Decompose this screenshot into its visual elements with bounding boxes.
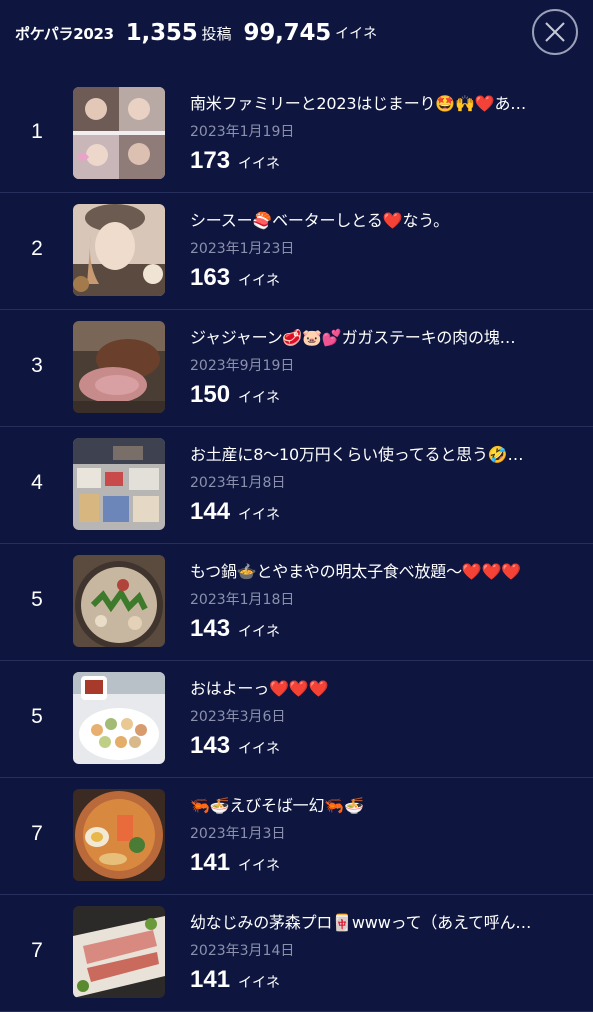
post-likes: 143 イイネ — [190, 615, 280, 643]
post-date: 2023年1月18日 — [190, 592, 295, 608]
ranking-row[interactable]: 5 おはよーっ❤️❤️❤️ 2023年3月6日 143 イイネ — [0, 661, 593, 778]
total-likes-count: 99,745 — [243, 20, 332, 46]
rank-number: 1 — [31, 120, 43, 143]
post-date: 2023年1月23日 — [190, 241, 295, 257]
rank-number: 5 — [31, 705, 43, 728]
post-likes: 144 イイネ — [190, 498, 280, 526]
post-likes: 141 イイネ — [190, 966, 280, 994]
likes-label: イイネ — [238, 156, 281, 172]
ranking-row[interactable]: 7 🦐🍜えびそば一幻🦐🍜 2023年1月3日 141 イイネ — [0, 778, 593, 895]
photo-steak-icon[interactable] — [73, 321, 165, 413]
likes-label: イイネ — [238, 390, 281, 406]
post-likes: 163 イイネ — [190, 264, 280, 292]
likes-count: 163 — [190, 264, 231, 291]
post-title: もつ鍋🍲とやまやの明太子食べ放題〜❤️❤️❤️ — [190, 562, 522, 581]
ranking-row[interactable]: 1 南米ファミリーと2023はじまーり🤩🙌❤️あ… 2023年1月19日 173… — [0, 76, 593, 193]
post-date: 2023年3月14日 — [190, 943, 295, 959]
rank-number: 3 — [31, 354, 43, 377]
photo-souvenirs-icon[interactable] — [73, 438, 165, 530]
likes-count: 173 — [190, 147, 231, 174]
photo-selfie-icon[interactable] — [73, 204, 165, 296]
likes-label: イイネ — [238, 975, 281, 991]
likes-count: 143 — [190, 732, 231, 759]
likes-count: 143 — [190, 615, 231, 642]
photo-ramen-icon[interactable] — [73, 789, 165, 881]
ranking-row[interactable]: 3 ジャジャーン🥩🐷💕ガガステーキの肉の塊… 2023年9月19日 150 イイ… — [0, 310, 593, 427]
photo-dish-icon[interactable] — [73, 906, 165, 998]
app-title: ポケパラ2023 — [15, 24, 114, 43]
likes-label: イイネ — [238, 273, 281, 289]
ranking-row[interactable]: 4 お土産に8〜10万円くらい使ってると思う🤣… 2023年1月8日 144 イ… — [0, 427, 593, 544]
post-title: シースー🍣ベーターしとる❤️なう。 — [190, 211, 449, 230]
post-date: 2023年1月19日 — [190, 124, 295, 140]
likes-count: 141 — [190, 849, 231, 876]
photo-people-icon[interactable] — [73, 87, 165, 179]
likes-count: 144 — [190, 498, 231, 525]
photo-breakfast-icon[interactable] — [73, 672, 165, 764]
post-title: 南米ファミリーと2023はじまーり🤩🙌❤️あ… — [190, 94, 527, 113]
post-title: おはよーっ❤️❤️❤️ — [190, 679, 329, 698]
post-likes: 141 イイネ — [190, 849, 280, 877]
likes-count: 141 — [190, 966, 231, 993]
post-date: 2023年3月6日 — [190, 709, 286, 725]
rank-number: 5 — [31, 588, 43, 611]
posts-label: 投稿 — [201, 24, 232, 43]
photo-hotpot-icon[interactable] — [73, 555, 165, 647]
likes-label: イイネ — [238, 624, 281, 640]
ranking-row[interactable]: 2 シースー🍣ベーターしとる❤️なう。 2023年1月23日 163 イイネ — [0, 193, 593, 310]
rank-number: 2 — [31, 237, 43, 260]
post-date: 2023年9月19日 — [190, 358, 295, 374]
likes-count: 150 — [190, 381, 231, 408]
posts-count: 1,355 — [125, 20, 198, 46]
post-likes: 143 イイネ — [190, 732, 280, 760]
post-title: お土産に8〜10万円くらい使ってると思う🤣… — [190, 445, 524, 464]
post-date: 2023年1月8日 — [190, 475, 286, 491]
header: ポケパラ2023 1,355 投稿 99,745 イイネ — [0, 0, 593, 66]
post-title: 幼なじみの茅森プロ🀄wwwって（あえて呼ん… — [190, 913, 532, 932]
post-title: ジャジャーン🥩🐷💕ガガステーキの肉の塊… — [190, 328, 516, 347]
post-date: 2023年1月3日 — [190, 826, 286, 842]
rank-number: 4 — [31, 471, 43, 494]
post-ranking-list: 1 南米ファミリーと2023はじまーり🤩🙌❤️あ… 2023年1月19日 173… — [0, 76, 593, 1012]
close-button[interactable] — [532, 9, 578, 55]
post-title: 🦐🍜えびそば一幻🦐🍜 — [190, 796, 364, 815]
likes-label: イイネ — [238, 741, 281, 757]
likes-label: イイネ — [238, 858, 281, 874]
rank-number: 7 — [31, 939, 43, 962]
likes-label: イイネ — [238, 507, 281, 523]
post-likes: 173 イイネ — [190, 147, 280, 175]
post-likes: 150 イイネ — [190, 381, 280, 409]
rank-number: 7 — [31, 822, 43, 845]
close-icon — [545, 22, 565, 42]
ranking-row[interactable]: 5 もつ鍋🍲とやまやの明太子食べ放題〜❤️❤️❤️ 2023年1月18日 143… — [0, 544, 593, 661]
ranking-row[interactable]: 7 幼なじみの茅森プロ🀄wwwって（あえて呼ん… 2023年3月14日 141 … — [0, 895, 593, 1012]
total-likes-label: イイネ — [335, 26, 378, 42]
